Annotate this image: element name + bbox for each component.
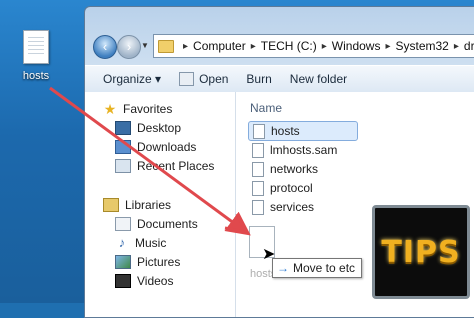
red-arrow-icon: [49, 86, 251, 236]
tips-badge-text: TIPS: [381, 234, 461, 270]
tips-badge: TIPS: [372, 205, 470, 299]
